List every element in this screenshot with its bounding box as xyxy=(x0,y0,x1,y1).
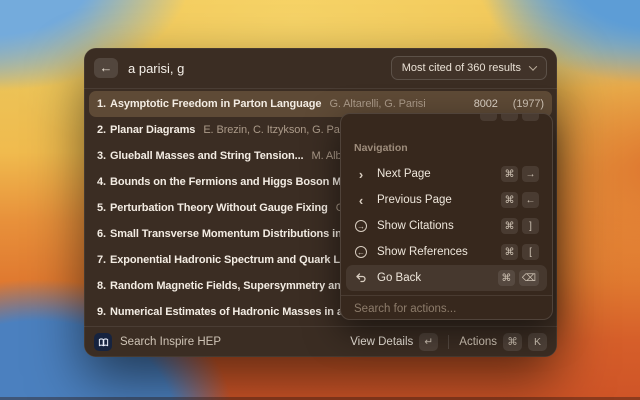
back-arrow-icon: ← xyxy=(100,58,113,78)
results-filter-dropdown[interactable]: Most cited of 360 results xyxy=(391,56,547,80)
arrow-right-circle-icon: → xyxy=(354,220,368,232)
return-key-icon: ↵ xyxy=(419,333,438,351)
status-bar: Search Inspire HEP View Details ↵ Action… xyxy=(84,326,557,357)
search-bar: ← Most cited of 360 results xyxy=(84,48,557,88)
command-key-icon: ⌘ xyxy=(501,166,518,182)
result-authors: G. Altarelli, G. Parisi xyxy=(329,98,425,110)
arrow-left-circle-icon: ← xyxy=(354,246,368,258)
section-label: Navigation xyxy=(341,142,552,154)
command-key-icon: ⌘ xyxy=(501,244,518,260)
key-badge xyxy=(480,113,497,121)
key-badge xyxy=(522,113,539,121)
right-bracket-key-icon: ] xyxy=(522,218,539,234)
command-key-icon: ⌘ xyxy=(498,270,515,286)
action-show-citations[interactable]: → Show Citations ⌘ ] xyxy=(346,213,547,239)
k-key-icon: K xyxy=(528,333,547,351)
left-bracket-key-icon: [ xyxy=(522,244,539,260)
arrow-left-key-icon: ← xyxy=(522,192,539,208)
actions-button[interactable]: Actions ⌘ K xyxy=(459,333,547,351)
view-details-button[interactable]: View Details ↵ xyxy=(350,333,438,351)
clipped-action-row xyxy=(346,113,547,126)
app-name: Search Inspire HEP xyxy=(120,336,221,348)
citation-count: 8002 xyxy=(464,98,498,110)
back-button[interactable]: ← xyxy=(94,58,118,78)
result-title: Planar Diagrams xyxy=(110,124,195,136)
action-next-page[interactable]: › Next Page ⌘ → xyxy=(346,161,547,187)
action-previous-page[interactable]: ‹ Previous Page ⌘ ← xyxy=(346,187,547,213)
key-badge xyxy=(501,113,518,121)
publication-year: (1977) xyxy=(513,98,544,110)
command-key-icon: ⌘ xyxy=(501,218,518,234)
arrow-right-key-icon: → xyxy=(522,166,539,182)
desktop: ← Most cited of 360 results 1. Asymptoti… xyxy=(0,0,640,400)
chevron-right-icon: › xyxy=(354,167,368,182)
action-go-back[interactable]: Go Back ⌘ ⌫ xyxy=(346,265,547,291)
action-show-references[interactable]: ← Show References ⌘ [ xyxy=(346,239,547,265)
result-title: Perturbation Theory Without Gauge Fixing xyxy=(110,202,328,214)
undo-arrow-icon xyxy=(354,272,368,284)
actions-panel: Navigation › Next Page ⌘ → ‹ Previous Pa… xyxy=(340,113,553,320)
command-key-icon: ⌘ xyxy=(503,333,522,351)
actions-search-input[interactable] xyxy=(341,296,552,320)
chevron-left-icon: ‹ xyxy=(354,193,368,208)
result-title: Glueball Masses and String Tension... xyxy=(110,150,304,162)
result-title: Asymptotic Freedom in Parton Language xyxy=(110,98,321,110)
result-title: Bounds on the Fermions and Higgs Boson M… xyxy=(110,176,374,188)
command-key-icon: ⌘ xyxy=(501,192,518,208)
inspire-hep-icon xyxy=(94,333,112,351)
chevron-down-icon xyxy=(529,62,537,70)
search-input[interactable] xyxy=(128,61,391,76)
delete-key-icon: ⌫ xyxy=(519,270,539,286)
dropdown-label: Most cited of 360 results xyxy=(402,62,521,74)
footer-divider xyxy=(448,335,449,349)
